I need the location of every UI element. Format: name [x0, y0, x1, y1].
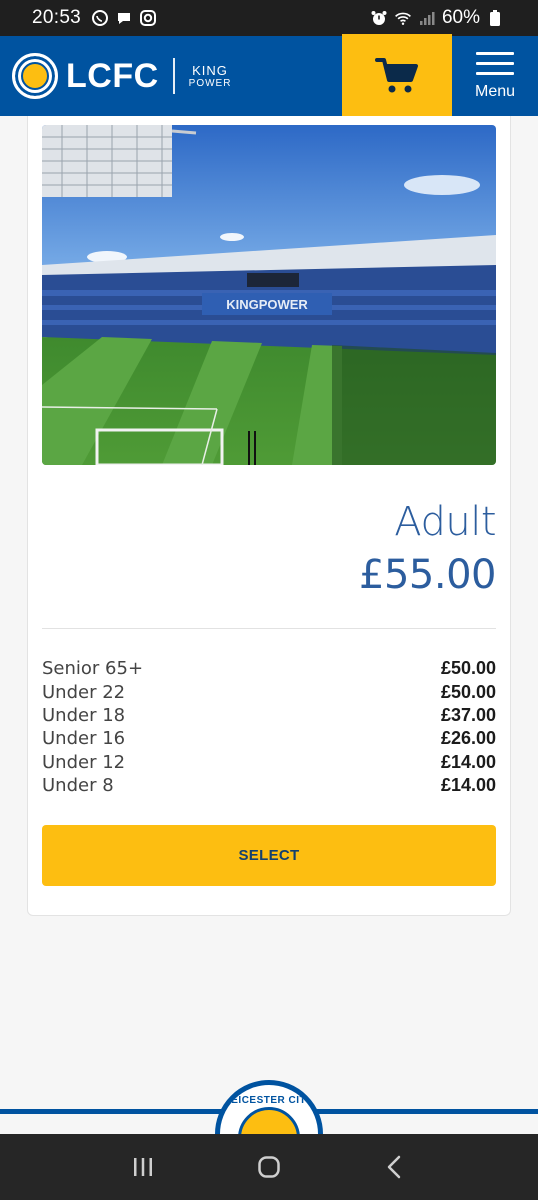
- whatsapp-icon: [91, 9, 109, 27]
- list-item: Under 18 £37.00: [42, 704, 496, 727]
- price-label: Under 22: [42, 681, 126, 703]
- battery-percentage: 60%: [441, 7, 480, 28]
- cart-button[interactable]: [342, 34, 452, 118]
- home-button[interactable]: [249, 1147, 289, 1187]
- price-value: £26.00: [440, 728, 496, 749]
- status-left: 20:53: [32, 7, 157, 29]
- product-card: KINGPOWER Adult £55.00 Senior 65+ £50.00: [27, 116, 511, 916]
- club-crest-icon: [12, 53, 58, 99]
- price-value: £14.00: [440, 751, 496, 772]
- sponsor-line1: KING: [192, 62, 228, 78]
- signal-icon: [418, 9, 436, 27]
- brand-name: LCFC: [66, 56, 159, 95]
- brand-divider: [172, 58, 175, 94]
- crest-fox: [21, 62, 49, 90]
- list-item: Under 16 £26.00: [42, 727, 496, 750]
- site-header: LCFC KING POWER Menu: [0, 34, 538, 118]
- price-list: Senior 65+ £50.00 Under 22 £50.00 Under …: [42, 657, 496, 797]
- price-label: Senior 65+: [42, 658, 144, 680]
- wifi-icon: [394, 9, 412, 27]
- recent-apps-button[interactable]: [123, 1147, 163, 1187]
- sponsor-line2: POWER: [188, 77, 232, 89]
- ticket-title: Adult: [394, 499, 496, 545]
- menu-button[interactable]: Menu: [452, 36, 538, 116]
- instagram-icon: [139, 9, 157, 27]
- back-button[interactable]: [375, 1147, 415, 1187]
- select-button[interactable]: SELECT: [42, 825, 496, 886]
- home-icon: [258, 1156, 280, 1178]
- price-label: Under 18: [42, 704, 126, 726]
- price-value: £50.00: [440, 681, 496, 702]
- hamburger-icon: [476, 51, 514, 75]
- sponsor-logo: KING POWER: [189, 64, 232, 89]
- ticket-price: £55.00: [359, 552, 496, 598]
- list-item: Under 22 £50.00: [42, 680, 496, 703]
- price-value: £37.00: [440, 704, 496, 725]
- alarm-icon: [370, 9, 388, 27]
- recents-icon: [134, 1158, 152, 1176]
- cart-icon: [375, 58, 418, 93]
- back-icon: [387, 1155, 401, 1179]
- price-label: Under 8: [42, 775, 114, 797]
- stadium-image: KINGPOWER: [42, 125, 496, 465]
- status-bar: 20:53 60%: [0, 0, 538, 36]
- price-label: Under 16: [42, 728, 126, 750]
- price-value: £14.00: [440, 775, 496, 796]
- svg-text:KINGPOWER: KINGPOWER: [226, 297, 308, 312]
- divider: [42, 628, 496, 629]
- price-label: Under 12: [42, 751, 126, 773]
- home-link[interactable]: LCFC KING POWER: [0, 36, 342, 116]
- system-nav-bar: [0, 1134, 538, 1200]
- battery-icon: [486, 9, 504, 27]
- chat-icon: [115, 9, 133, 27]
- status-time: 20:53: [32, 7, 82, 28]
- list-item: Senior 65+ £50.00: [42, 657, 496, 680]
- price-value: £50.00: [440, 658, 496, 679]
- list-item: Under 12 £14.00: [42, 751, 496, 774]
- menu-label: Menu: [474, 82, 516, 100]
- footer-crest-text: LEICESTER CITY: [224, 1095, 314, 1106]
- list-item: Under 8 £14.00: [42, 774, 496, 797]
- status-right: 60%: [370, 7, 504, 29]
